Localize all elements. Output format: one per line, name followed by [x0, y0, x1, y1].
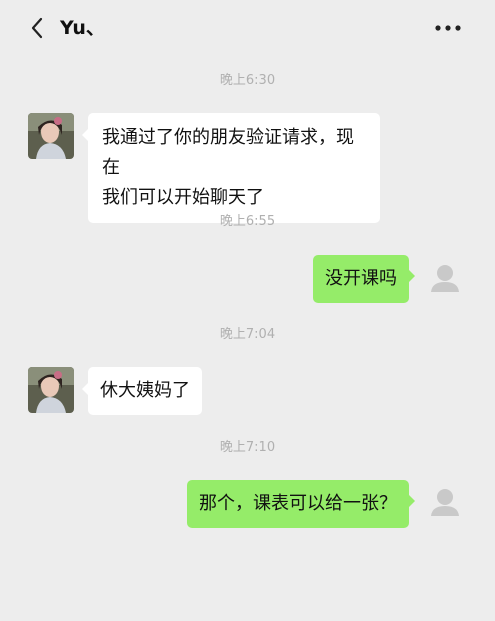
- default-avatar-icon: [422, 480, 468, 526]
- message-line: 我通过了你的朋友验证请求，现在: [102, 127, 354, 178]
- default-avatar-icon: [422, 256, 468, 302]
- bubble-tail: [82, 383, 88, 395]
- bubble-tail: [409, 495, 415, 507]
- timestamp: 晚上6:55: [219, 214, 276, 229]
- contact-photo: [28, 113, 74, 159]
- message-text: 休大姨妈了: [100, 380, 190, 401]
- timestamp: 晚上6:30: [219, 73, 276, 88]
- chevron-left-icon: [31, 17, 43, 39]
- chat-title: Yu、: [60, 17, 105, 39]
- bubble-tail: [409, 270, 415, 282]
- back-button[interactable]: [26, 16, 50, 40]
- user-avatar[interactable]: [422, 256, 468, 302]
- bubble-tail: [82, 129, 88, 141]
- message-text: 没开课吗: [325, 268, 397, 289]
- more-button[interactable]: [433, 16, 463, 40]
- incoming-message[interactable]: 休大姨妈了: [82, 367, 202, 415]
- user-avatar[interactable]: [422, 480, 468, 526]
- outgoing-message[interactable]: 没开课吗: [313, 255, 415, 303]
- timestamp: 晚上7:04: [219, 327, 276, 342]
- contact-avatar[interactable]: [28, 367, 74, 413]
- incoming-message[interactable]: 我通过了你的朋友验证请求，现在 我们可以开始聊天了: [82, 113, 380, 223]
- message-text: 那个，课表可以给一张？: [199, 493, 397, 514]
- message-line: 我们可以开始聊天了: [102, 187, 264, 208]
- contact-avatar[interactable]: [28, 113, 74, 159]
- timestamp: 晚上7:10: [219, 440, 276, 455]
- more-dots-icon: [435, 25, 461, 31]
- outgoing-message[interactable]: 那个，课表可以给一张？: [187, 480, 415, 528]
- chat-header: Yu、: [0, 0, 495, 56]
- contact-photo: [28, 367, 74, 413]
